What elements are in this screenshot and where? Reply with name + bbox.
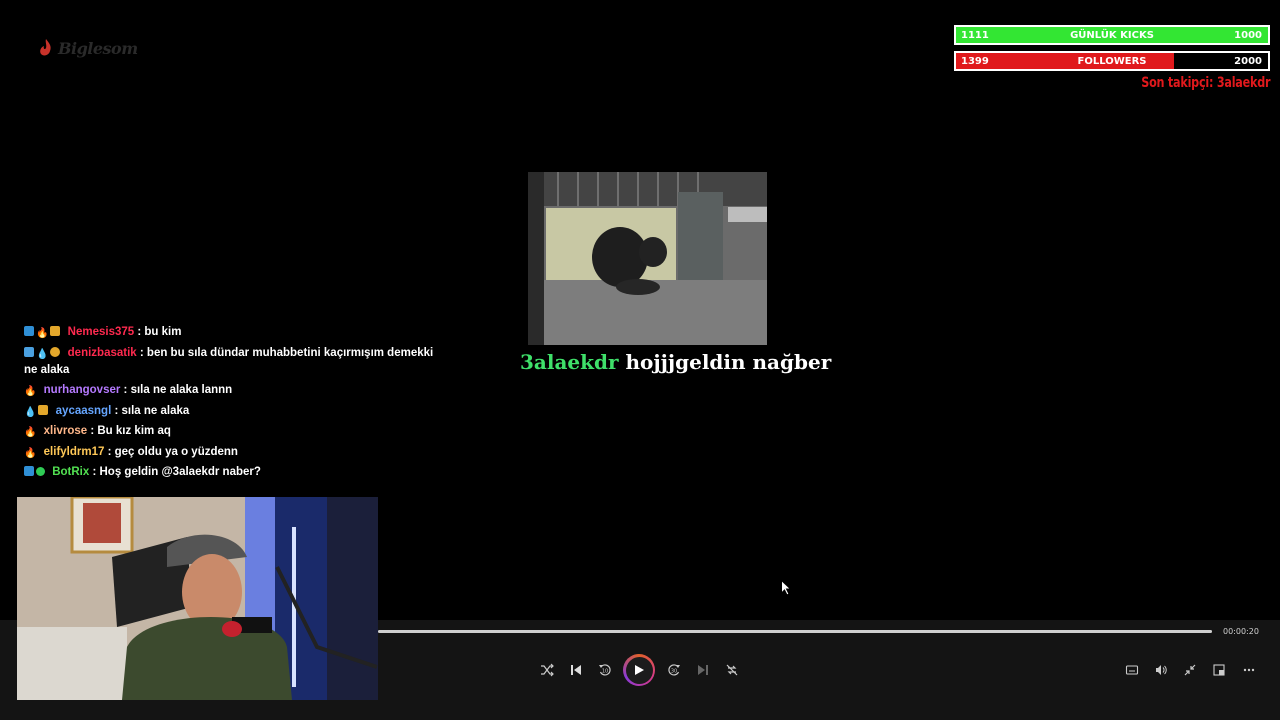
crown-badge-icon <box>38 404 49 415</box>
rewind-10-icon: 10 <box>599 664 611 676</box>
seek-bar-fill <box>378 630 1212 633</box>
chat-username[interactable]: BotRix <box>52 466 89 478</box>
crown-badge-icon <box>50 326 61 336</box>
chat-text: : Hoş geldin @3alaekdr naber? <box>92 466 261 478</box>
chat-text: : geç oldu ya o yüzdenn <box>107 445 238 458</box>
chat-message: 🔥 xlivrose : Bu kız kim aq <box>24 423 444 440</box>
svg-text:10: 10 <box>602 669 608 675</box>
goal-kicks-label: GÜNLÜK KICKS <box>1070 29 1154 41</box>
chat-username[interactable]: nurhangovser <box>44 384 121 396</box>
popout-button[interactable] <box>1207 658 1231 682</box>
chat-username[interactable]: elifyldrm17 <box>44 446 105 458</box>
alert-gif-image <box>528 172 767 345</box>
goal-followers-label: FOLLOWERS <box>1077 55 1147 67</box>
vip-badge-icon <box>24 466 34 476</box>
webcam-image <box>17 497 378 700</box>
shuffle-icon <box>541 663 554 677</box>
chat-text: : bu kim <box>137 326 182 338</box>
forward-30-icon: 30 <box>668 664 680 676</box>
seek-bar[interactable] <box>378 630 1212 633</box>
alert-gif <box>528 172 767 345</box>
vip-badge-icon <box>24 326 34 336</box>
minimize-button[interactable] <box>1178 658 1202 682</box>
chat-text: : Bu kız kim aq <box>90 425 171 437</box>
previous-button[interactable] <box>564 658 588 682</box>
logo-flame-icon <box>40 39 51 56</box>
alert-username: 3alaekdr <box>520 350 619 374</box>
next-button[interactable] <box>691 658 715 682</box>
shuffle-button[interactable] <box>535 658 559 682</box>
goal-followers-max: 2000 <box>1234 55 1262 67</box>
stream-logo: Biglesom <box>38 36 150 60</box>
volume-icon <box>1156 665 1167 675</box>
last-follower-label: Son takipçi: 3alaekdr <box>1141 75 1270 91</box>
mouse-cursor-icon <box>781 580 791 596</box>
drop-badge-icon: 💧 <box>36 348 49 360</box>
goal-bar-kicks: 1111 GÜNLÜK KICKS 1000 <box>954 25 1270 45</box>
alert-text: 3alaekdr hojjjgeldin nağber <box>520 350 831 374</box>
chat-overlay: 🔥 Nemesis375 : bu kim 💧 denizbasatik : b… <box>24 324 444 485</box>
fire-badge-icon: 🔥 <box>24 427 37 438</box>
popout-icon <box>1213 664 1225 676</box>
chat-text: : sıla ne alaka <box>114 404 190 417</box>
forward-button[interactable]: 30 <box>662 658 686 682</box>
chat-message: 🔥 elifyldrm17 : geç oldu ya o yüzdenn <box>24 444 444 461</box>
volume-button[interactable] <box>1149 658 1173 682</box>
repeat-button[interactable] <box>720 658 744 682</box>
chat-username[interactable]: Nemesis375 <box>68 326 135 338</box>
alert-message: hojjjgeldin nağber <box>625 350 832 374</box>
play-button-inner <box>625 656 653 684</box>
chat-text: : sıla ne alaka lannn <box>123 384 233 396</box>
play-button[interactable] <box>623 654 655 686</box>
more-button[interactable] <box>1237 658 1261 682</box>
chat-message: 🔥 Nemesis375 : bu kim <box>24 324 444 341</box>
skip-previous-icon <box>571 665 581 675</box>
rewind-button[interactable]: 10 <box>593 658 617 682</box>
more-icon <box>1243 668 1255 672</box>
goal-kicks-max: 1000 <box>1234 29 1262 41</box>
fire-badge-icon: 🔥 <box>24 447 37 459</box>
fire-badge-icon: 🔥 <box>24 386 37 397</box>
captions-button[interactable] <box>1120 658 1144 682</box>
logo-text: Biglesom <box>58 38 138 58</box>
chat-username[interactable]: aycaasngl <box>56 405 112 417</box>
minimize-icon <box>1184 664 1196 676</box>
chat-username[interactable]: xlivrose <box>44 425 87 437</box>
chat-message: BotRix : Hoş geldin @3alaekdr naber? <box>24 464 444 481</box>
fire-badge-icon: 🔥 <box>36 328 49 339</box>
skip-next-icon <box>698 665 708 675</box>
svg-text:30: 30 <box>671 669 677 675</box>
play-icon <box>635 665 644 675</box>
chat-username[interactable]: denizbasatik <box>68 347 137 359</box>
repeat-off-icon <box>726 664 738 676</box>
drop-badge-icon: 💧 <box>24 406 37 418</box>
coin-badge-icon <box>50 346 61 357</box>
chat-message: 💧 denizbasatik : ben bu sıla dündar muha… <box>24 345 444 379</box>
verified-badge-icon <box>36 467 45 476</box>
cube-badge-icon <box>24 346 34 357</box>
time-display: 00:00:20 <box>1223 627 1259 636</box>
chat-message: 🔥 nurhangovser : sıla ne alaka lannn <box>24 382 444 399</box>
webcam-overlay <box>17 497 378 700</box>
captions-icon <box>1125 665 1139 675</box>
goal-bar-followers: 1399 FOLLOWERS 2000 <box>954 51 1270 71</box>
chat-message: 💧 aycaasngl : sıla ne alaka <box>24 403 444 420</box>
